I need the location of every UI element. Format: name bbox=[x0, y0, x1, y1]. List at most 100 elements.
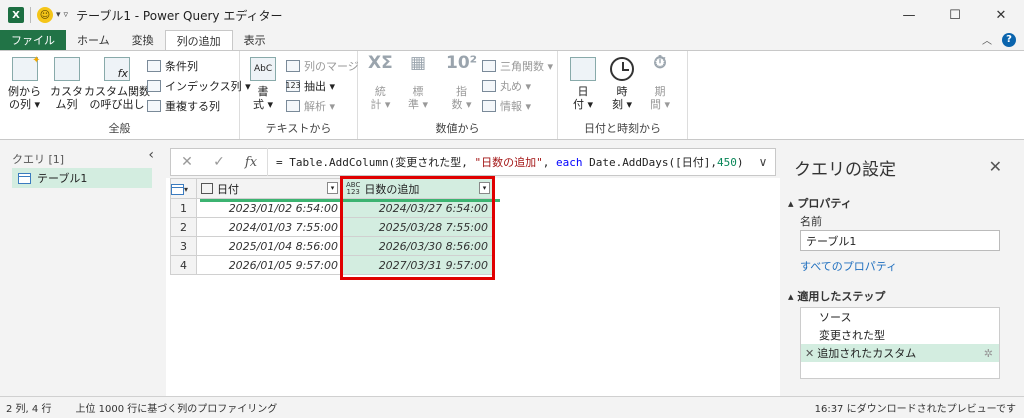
excel-logo-icon: X bbox=[8, 7, 24, 23]
stopwatch-icon: ⏱ bbox=[653, 53, 667, 73]
preview-status: 16:37 にダウンロードされたプレビューです bbox=[814, 404, 1016, 415]
help-icon[interactable]: ? bbox=[1002, 32, 1016, 47]
group-label-number: 数値から bbox=[435, 122, 480, 135]
standard-icon: ▦ bbox=[409, 53, 427, 73]
applied-steps-section[interactable]: ▴ 適用したステップ bbox=[788, 288, 885, 304]
settings-title: クエリの設定 bbox=[794, 160, 896, 180]
queries-header: クエリ [1] bbox=[12, 153, 65, 166]
parse-button[interactable]: 解析 ▾ bbox=[286, 97, 335, 114]
tab-file[interactable]: ファイル bbox=[0, 30, 66, 50]
step-item[interactable]: 変更された型 bbox=[801, 326, 999, 344]
queries-pane: クエリ [1] ‹ テーブル1 bbox=[0, 141, 160, 396]
column-header-date[interactable]: 日付 ▾ bbox=[196, 178, 342, 199]
formula-input[interactable]: = Table.AddColumn(変更された型, "日数の追加", each … bbox=[268, 154, 751, 170]
custom-column-icon bbox=[53, 57, 80, 81]
rounding-icon bbox=[482, 79, 496, 92]
properties-section[interactable]: ▴ プロパティ bbox=[788, 195, 852, 211]
index-column-icon bbox=[147, 79, 161, 92]
conditional-column-button[interactable]: 条件列 bbox=[147, 57, 198, 74]
duplicate-column-icon bbox=[147, 99, 161, 112]
format-button[interactable]: AbC 書 式 ▾ bbox=[250, 57, 276, 111]
filter-dropdown-icon[interactable]: ▾ bbox=[327, 182, 338, 194]
gear-icon[interactable]: ✲ bbox=[984, 347, 993, 360]
query-settings-pane: クエリの設定 ✕ ▴ プロパティ 名前 テーブル1 すべてのプロパティ ▴ 適用… bbox=[782, 141, 1024, 396]
information-icon bbox=[482, 99, 496, 112]
expand-formula-icon[interactable]: ∨ bbox=[751, 155, 775, 169]
index-column-button[interactable]: インデックス列 ▾ bbox=[147, 77, 251, 94]
divider bbox=[30, 7, 31, 23]
group-number: XΣ 統 計 ▾ ▦ 標 準 ▾ 10² 指 数 ▾ 三角関数 ▾ 丸め ▾ 情… bbox=[358, 51, 558, 139]
minimize-button[interactable]: — bbox=[886, 0, 932, 30]
group-label-datetime: 日付と時刻から bbox=[584, 122, 661, 135]
clock-icon bbox=[610, 57, 634, 81]
tab-home[interactable]: ホーム bbox=[66, 30, 121, 50]
conditional-column-icon bbox=[147, 59, 161, 72]
profiling-mode[interactable]: 上位 1000 行に基づく列のプロファイリング bbox=[75, 400, 277, 415]
collapse-pane-icon[interactable]: ‹ bbox=[148, 147, 154, 163]
column-from-examples-button[interactable]: ✦ 例から の列 ▾ bbox=[8, 55, 41, 111]
trigonometry-button[interactable]: 三角関数 ▾ bbox=[482, 57, 553, 74]
tab-add-column[interactable]: 列の追加 bbox=[164, 30, 233, 50]
group-label-text: テキストから bbox=[265, 122, 332, 135]
duration-button[interactable]: ⏱ 期 間 ▾ bbox=[650, 53, 670, 112]
close-settings-icon[interactable]: ✕ bbox=[989, 157, 1002, 176]
close-button[interactable]: ✕ bbox=[978, 0, 1024, 30]
formula-bar: ✕ ✓ fx = Table.AddColumn(変更された型, "日数の追加"… bbox=[170, 148, 776, 176]
highlight-annotation-box bbox=[340, 176, 495, 280]
information-button[interactable]: 情報 ▾ bbox=[482, 97, 531, 114]
statistics-button[interactable]: XΣ 統 計 ▾ bbox=[368, 53, 393, 112]
status-bar: 2 列, 4 行 上位 1000 行に基づく列のプロファイリング 16:37 に… bbox=[0, 396, 1024, 418]
statistics-icon: XΣ bbox=[368, 53, 393, 73]
function-icon: fx bbox=[104, 57, 130, 81]
table-menu-icon bbox=[171, 183, 184, 195]
trigonometry-icon bbox=[482, 59, 496, 72]
applied-steps-list: ソース 変更された型 ✕ 追加されたカスタム ✲ bbox=[800, 307, 1000, 379]
tab-transform[interactable]: 変換 bbox=[121, 30, 165, 50]
group-text: AbC 書 式 ▾ 列のマージ 123 抽出 ▾ 解析 ▾ テキストから bbox=[240, 51, 359, 139]
cancel-formula-icon[interactable]: ✕ bbox=[171, 154, 203, 170]
function-fx-icon[interactable]: fx bbox=[235, 155, 267, 170]
parse-icon bbox=[286, 99, 300, 112]
time-button[interactable]: 時 刻 ▾ bbox=[610, 57, 634, 111]
extract-button[interactable]: 123 抽出 ▾ bbox=[285, 77, 335, 94]
calendar-icon bbox=[570, 57, 596, 81]
scientific-button[interactable]: 10² 指 数 ▾ bbox=[446, 53, 478, 112]
merge-columns-button[interactable]: 列のマージ bbox=[286, 57, 359, 74]
extract-icon: 123 bbox=[285, 79, 301, 92]
step-item-selected[interactable]: ✕ 追加されたカスタム ✲ bbox=[801, 344, 999, 362]
title-bar: X ☺ ▾ ▿ テーブル1 - Power Query エディター — ☐ ✕ bbox=[0, 0, 1024, 30]
date-button[interactable]: 日 付 ▾ bbox=[570, 57, 596, 111]
duplicate-column-button[interactable]: 重複する列 bbox=[147, 97, 220, 114]
group-general: ✦ 例から の列 ▾ カスタ ム列 fx カスタム関数 の呼び出し 条件列 イン… bbox=[0, 51, 251, 139]
smiley-feedback-icon[interactable]: ☺ bbox=[37, 7, 53, 23]
ribbon: ✦ 例から の列 ▾ カスタ ム列 fx カスタム関数 の呼び出し 条件列 イン… bbox=[0, 50, 1024, 140]
confirm-formula-icon[interactable]: ✓ bbox=[203, 154, 235, 170]
all-properties-link[interactable]: すべてのプロパティ bbox=[800, 258, 897, 274]
table-icon bbox=[18, 172, 31, 184]
column-from-examples-icon: ✦ bbox=[11, 55, 41, 81]
maximize-button[interactable]: ☐ bbox=[932, 0, 978, 30]
datetime-type-icon[interactable] bbox=[201, 183, 213, 194]
row-column-count: 2 列, 4 行 bbox=[6, 404, 52, 415]
window-title: テーブル1 - Power Query エディター bbox=[76, 8, 283, 23]
group-label-general: 全般 bbox=[108, 122, 131, 135]
query-name-input[interactable]: テーブル1 bbox=[800, 230, 1000, 251]
standard-button[interactable]: ▦ 標 準 ▾ bbox=[408, 53, 428, 112]
merge-columns-icon bbox=[286, 59, 300, 72]
custom-column-button[interactable]: カスタ ム列 bbox=[50, 57, 83, 111]
table-menu-button[interactable]: ▾ bbox=[170, 178, 197, 199]
collapse-ribbon-icon[interactable]: ︿ bbox=[982, 32, 992, 47]
format-icon: AbC bbox=[250, 57, 276, 81]
ribbon-tabs: ファイル ホーム 変換 列の追加 表示 ︿ ? bbox=[0, 30, 1024, 50]
rounding-button[interactable]: 丸め ▾ bbox=[482, 77, 531, 94]
name-label: 名前 bbox=[800, 215, 822, 228]
tab-view[interactable]: 表示 bbox=[233, 30, 277, 50]
scientific-icon: 10² bbox=[446, 53, 478, 73]
query-item[interactable]: テーブル1 bbox=[12, 168, 152, 188]
invoke-custom-function-button[interactable]: fx カスタム関数 の呼び出し bbox=[84, 57, 150, 111]
group-datetime: 日 付 ▾ 時 刻 ▾ ⏱ 期 間 ▾ 日付と時刻から bbox=[558, 51, 688, 139]
delete-step-icon[interactable]: ✕ bbox=[805, 347, 814, 360]
quick-access-dropdown-icon[interactable]: ▾ bbox=[56, 10, 61, 20]
step-item[interactable]: ソース bbox=[801, 308, 999, 326]
customize-toolbar-icon[interactable]: ▿ bbox=[64, 10, 69, 20]
